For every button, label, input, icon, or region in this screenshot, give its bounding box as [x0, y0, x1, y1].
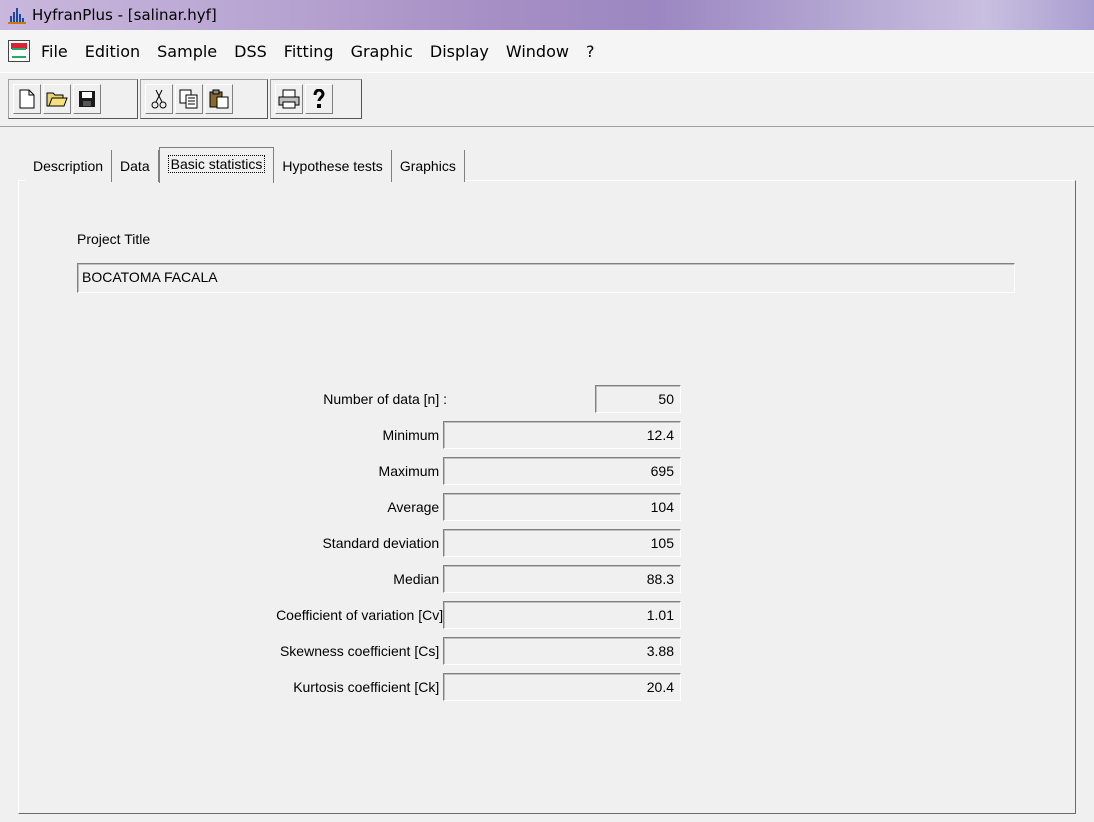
tab-panel-basic-statistics: Project Title BOCATOMA FACALA Number of … [18, 180, 1076, 814]
print-icon[interactable] [275, 84, 303, 114]
project-title-label: Project Title [77, 231, 151, 247]
project-title-field[interactable]: BOCATOMA FACALA [77, 263, 1015, 293]
stat-row-maximum: Maximum : 695 [19, 457, 719, 485]
tab-hypothese-tests[interactable]: Hypothese tests [274, 150, 392, 182]
menu-fitting[interactable]: Fitting [283, 40, 335, 63]
toolbar-group-file [8, 79, 138, 119]
stat-label-std-dev: Standard deviation : [322, 535, 447, 551]
copy-icon[interactable] [175, 84, 203, 114]
stat-value-ck[interactable]: 20.4 [443, 673, 681, 701]
stat-value-median[interactable]: 88.3 [443, 565, 681, 593]
save-icon[interactable] [73, 84, 101, 114]
stat-label-ck: Kurtosis coefficient [Ck] : [293, 679, 447, 695]
stat-label-cs: Skewness coefficient [Cs] : [279, 643, 447, 659]
menu-bar: File Edition Sample DSS Fitting Graphic … [0, 30, 1094, 72]
stat-label-cv: Coefficient of variation [Cv]: [276, 607, 447, 623]
open-folder-icon[interactable] [43, 84, 71, 114]
menu-graphic[interactable]: Graphic [350, 40, 414, 63]
stat-label-maximum: Maximum : [378, 463, 447, 479]
menu-edition[interactable]: Edition [84, 40, 141, 63]
menu-sample[interactable]: Sample [156, 40, 218, 63]
window-title: HyfranPlus - [salinar.hyf] [32, 6, 217, 24]
tab-basic-statistics[interactable]: Basic statistics [158, 147, 275, 183]
stat-value-n[interactable]: 50 [595, 385, 681, 413]
menu-dss[interactable]: DSS [233, 40, 268, 63]
stat-row-median: Median : 88.3 [19, 565, 719, 593]
tab-strip: Description Data Basic statistics Hypoth… [25, 146, 465, 183]
stat-row-n: Number of data [n] : 50 [19, 385, 719, 413]
cut-icon[interactable] [145, 84, 173, 114]
tab-data[interactable]: Data [112, 150, 159, 182]
stat-value-average[interactable]: 104 [443, 493, 681, 521]
stat-value-cv[interactable]: 1.01 [443, 601, 681, 629]
paste-icon[interactable] [205, 84, 233, 114]
stat-value-maximum[interactable]: 695 [443, 457, 681, 485]
stat-row-ck: Kurtosis coefficient [Ck] : 20.4 [19, 673, 719, 701]
stat-label-minimum: Minimum : [382, 427, 447, 443]
toolbar-group-edit [140, 79, 268, 119]
tab-description[interactable]: Description [25, 150, 113, 182]
stat-row-minimum: Minimum : 12.4 [19, 421, 719, 449]
toolbar-group-misc [270, 79, 362, 119]
stat-row-cs: Skewness coefficient [Cs] : 3.88 [19, 637, 719, 665]
title-bar[interactable]: HyfranPlus - [salinar.hyf] [0, 0, 1094, 30]
tab-graphics[interactable]: Graphics [391, 150, 465, 182]
menu-help[interactable]: ? [585, 40, 596, 63]
tab-basic-statistics-label: Basic statistics [167, 155, 266, 173]
stat-row-cv: Coefficient of variation [Cv]: 1.01 [19, 601, 719, 629]
new-file-icon[interactable] [13, 84, 41, 114]
stat-row-std-dev: Standard deviation : 105 [19, 529, 719, 557]
toolbar [0, 72, 1094, 128]
stat-value-minimum[interactable]: 12.4 [443, 421, 681, 449]
help-icon[interactable] [305, 84, 333, 114]
stat-value-std-dev[interactable]: 105 [443, 529, 681, 557]
main-area: Project Title BOCATOMA FACALA Number of … [0, 128, 1094, 822]
menu-file[interactable]: File [40, 40, 69, 63]
menu-display[interactable]: Display [429, 40, 490, 63]
stat-value-cs[interactable]: 3.88 [443, 637, 681, 665]
stat-label-median: Median : [393, 571, 447, 587]
stat-label-average: Average : [387, 499, 447, 515]
stat-row-average: Average : 104 [19, 493, 719, 521]
app-icon[interactable] [8, 6, 26, 24]
stat-label-n: Number of data [n] : [323, 391, 447, 407]
menu-window[interactable]: Window [505, 40, 570, 63]
document-icon[interactable] [8, 40, 30, 62]
